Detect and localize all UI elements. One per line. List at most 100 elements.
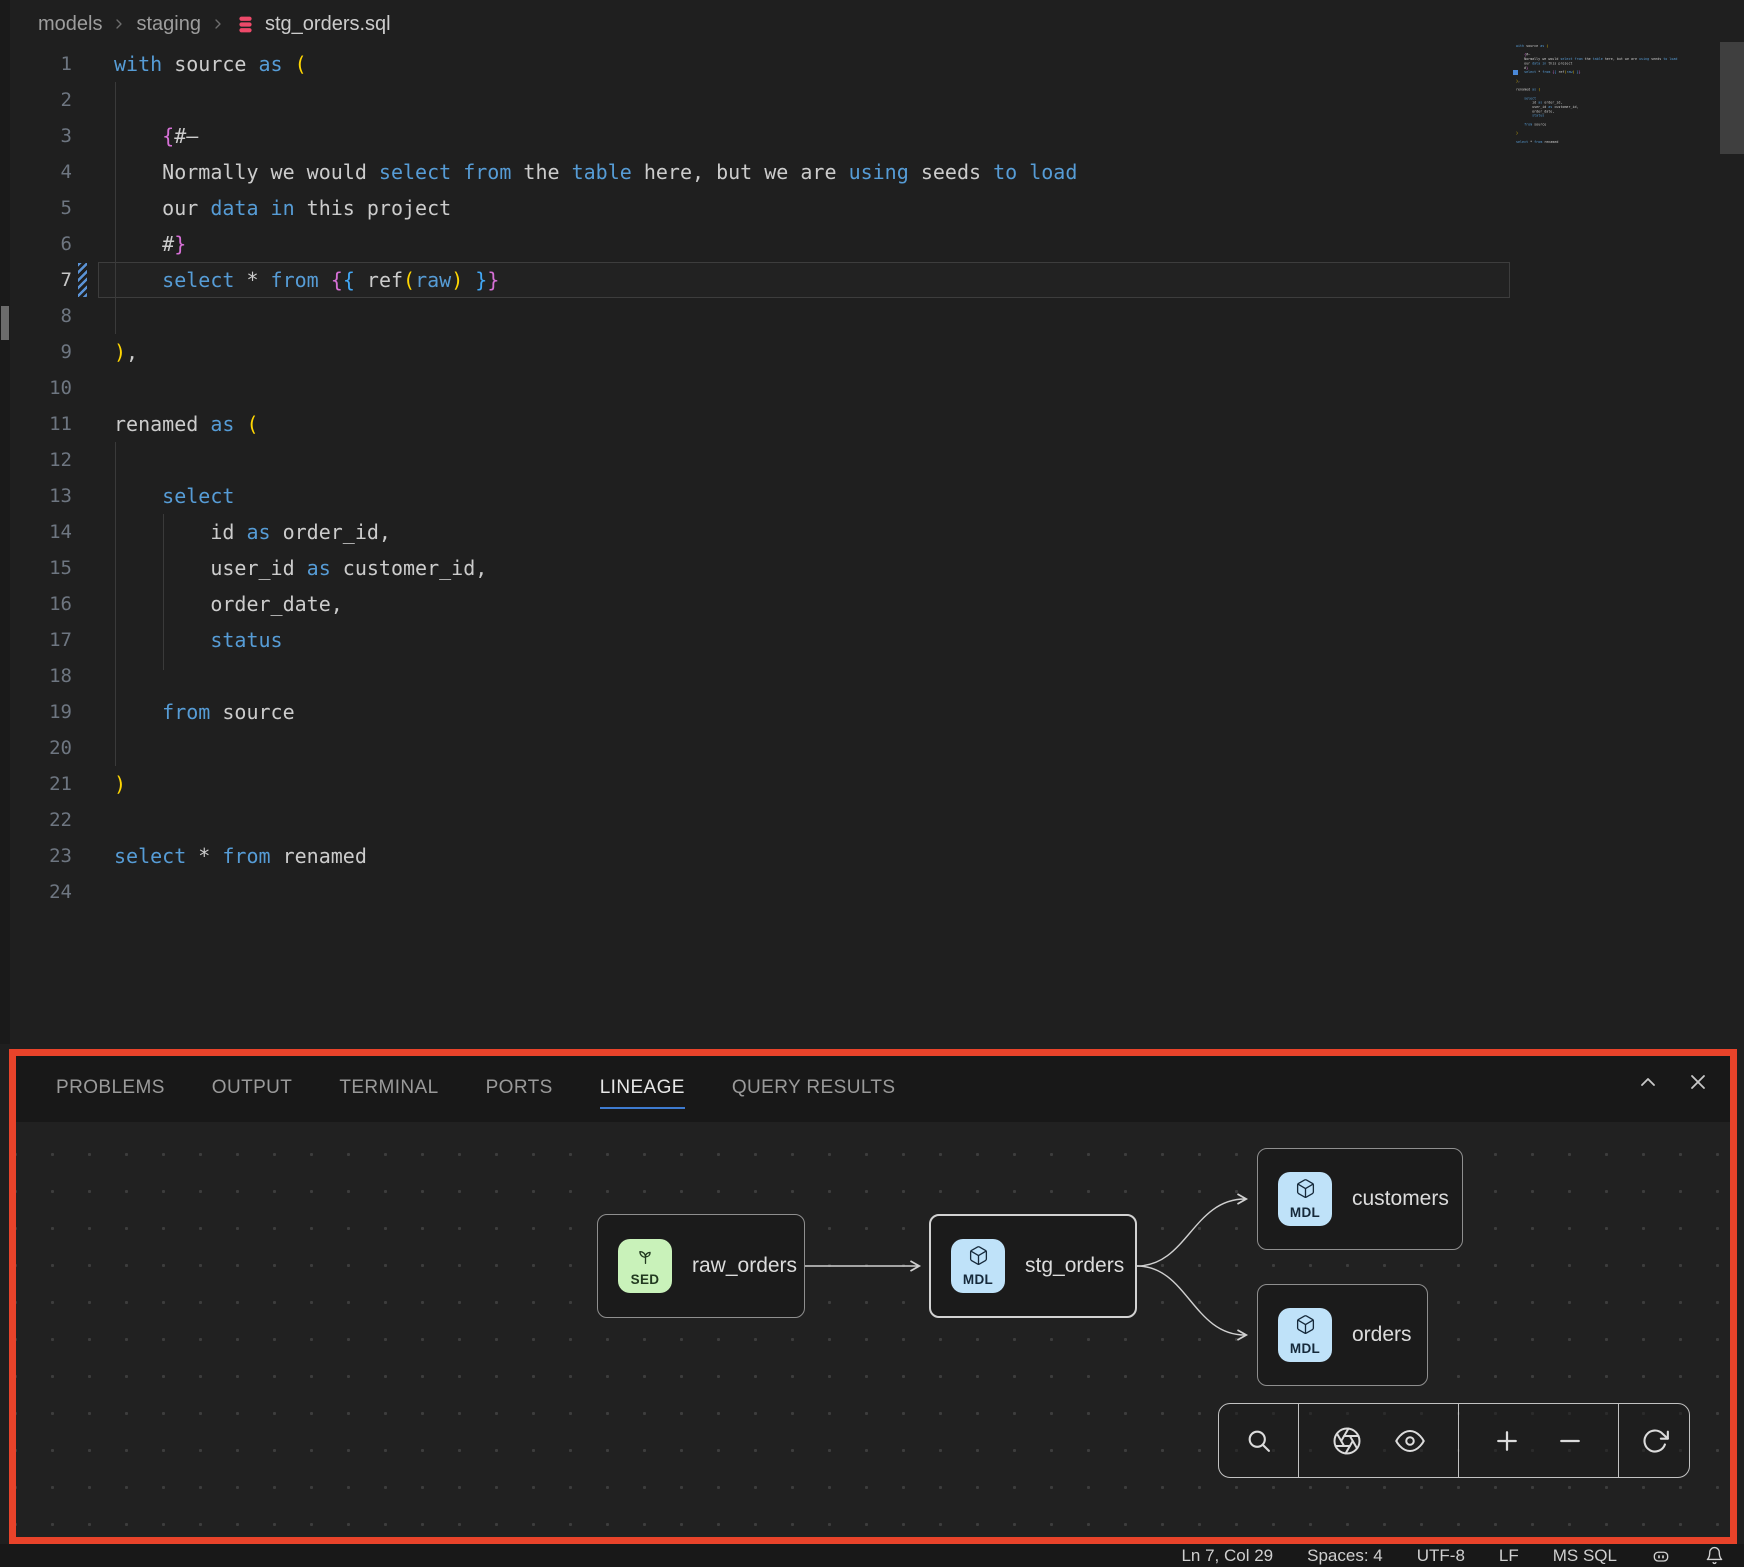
- code-line[interactable]: 10: [0, 370, 1744, 406]
- minimap[interactable]: with source as ( {#– Normally we would s…: [1514, 44, 1710, 364]
- chevron-right-icon: [111, 16, 127, 32]
- line-number[interactable]: 7: [0, 262, 72, 298]
- line-number[interactable]: 16: [0, 586, 72, 622]
- code-line[interactable]: 20: [0, 730, 1744, 766]
- code-line[interactable]: 2: [0, 82, 1744, 118]
- database-icon: [235, 14, 256, 35]
- code-line[interactable]: 12: [0, 442, 1744, 478]
- line-number[interactable]: 3: [0, 118, 72, 154]
- encoding[interactable]: UTF-8: [1417, 1546, 1465, 1566]
- code-line[interactable]: 3 {#–: [0, 118, 1744, 154]
- model-badge: MDL: [1278, 1172, 1332, 1226]
- tab-lineage[interactable]: LINEAGE: [600, 1077, 685, 1101]
- code-line[interactable]: 15 user_id as customer_id,: [0, 550, 1744, 586]
- line-number[interactable]: 5: [0, 190, 72, 226]
- code-line[interactable]: 5 our data in this project: [0, 190, 1744, 226]
- zoom-in-icon[interactable]: [1492, 1426, 1522, 1456]
- breadcrumb: models staging stg_orders.sql: [38, 8, 391, 40]
- refresh-icon[interactable]: [1641, 1427, 1669, 1455]
- code-line[interactable]: 24: [0, 874, 1744, 910]
- code-line[interactable]: 17 status: [0, 622, 1744, 658]
- close-icon[interactable]: [1686, 1070, 1710, 1099]
- aperture-icon[interactable]: [1332, 1426, 1362, 1456]
- code-line[interactable]: 16 order_date,: [0, 586, 1744, 622]
- breadcrumb-file-name[interactable]: stg_orders.sql: [265, 13, 391, 36]
- model-badge: MDL: [1278, 1308, 1332, 1362]
- code-line[interactable]: 8: [0, 298, 1744, 334]
- cube-icon: [1295, 1178, 1316, 1204]
- lineage-node-orders[interactable]: MDL orders: [1257, 1284, 1428, 1386]
- code-line[interactable]: 6 #}: [0, 226, 1744, 262]
- code-line[interactable]: 4 Normally we would select from the tabl…: [0, 154, 1744, 190]
- code-line[interactable]: 21): [0, 766, 1744, 802]
- line-number[interactable]: 24: [0, 874, 72, 910]
- panel-actions: [1636, 1070, 1710, 1099]
- line-number[interactable]: 12: [0, 442, 72, 478]
- line-number[interactable]: 15: [0, 550, 72, 586]
- line-number[interactable]: 6: [0, 226, 72, 262]
- code-line[interactable]: 18: [0, 658, 1744, 694]
- vscode-window: models staging stg_orders.sql 1with sour…: [0, 0, 1744, 1567]
- line-number[interactable]: 18: [0, 658, 72, 694]
- tab-output[interactable]: OUTPUT: [212, 1077, 293, 1101]
- code-line[interactable]: 22: [0, 802, 1744, 838]
- code-line[interactable]: 1with source as (: [0, 46, 1744, 82]
- line-number[interactable]: 23: [0, 838, 72, 874]
- line-number[interactable]: 19: [0, 694, 72, 730]
- line-number[interactable]: 21: [0, 766, 72, 802]
- code-line[interactable]: 13 select: [0, 478, 1744, 514]
- node-label: customers: [1352, 1187, 1449, 1211]
- seed-badge: SED: [618, 1239, 672, 1293]
- line-number[interactable]: 2: [0, 82, 72, 118]
- lineage-node-customers[interactable]: MDL customers: [1257, 1148, 1463, 1250]
- code-line[interactable]: 23select * from renamed: [0, 838, 1744, 874]
- minimap-line: [1516, 144, 1710, 148]
- lineage-node-stg_orders[interactable]: MDL stg_orders: [929, 1214, 1137, 1318]
- line-number[interactable]: 10: [0, 370, 72, 406]
- scrollbar-thumb[interactable]: [1720, 42, 1744, 154]
- chevron-right-icon: [210, 16, 226, 32]
- breadcrumb-item-staging[interactable]: staging: [136, 13, 201, 36]
- code-line[interactable]: 11renamed as (: [0, 406, 1744, 442]
- line-number[interactable]: 4: [0, 154, 72, 190]
- line-number[interactable]: 17: [0, 622, 72, 658]
- tab-ports[interactable]: PORTS: [486, 1077, 553, 1101]
- minimap-change-marker: [1513, 70, 1518, 75]
- line-number[interactable]: 9: [0, 334, 72, 370]
- line-number[interactable]: 22: [0, 802, 72, 838]
- chevron-up-icon[interactable]: [1636, 1070, 1660, 1099]
- cube-icon: [1295, 1314, 1316, 1340]
- tab-terminal[interactable]: TERMINAL: [339, 1077, 438, 1101]
- line-number[interactable]: 14: [0, 514, 72, 550]
- code-line[interactable]: 19 from source: [0, 694, 1744, 730]
- code-area[interactable]: 1with source as (2 3 {#–4 Normally we wo…: [0, 46, 1744, 910]
- indentation-setting[interactable]: Spaces: 4: [1307, 1546, 1383, 1566]
- line-number[interactable]: 13: [0, 478, 72, 514]
- line-number[interactable]: 8: [0, 298, 72, 334]
- code-line[interactable]: 7 select * from {{ ref(raw) }}: [0, 262, 1744, 298]
- breadcrumb-item-models[interactable]: models: [38, 13, 102, 36]
- line-number[interactable]: 20: [0, 730, 72, 766]
- panel-tab-bar: PROBLEMS OUTPUT TERMINAL PORTS LINEAGE Q…: [16, 1056, 1730, 1122]
- code-line[interactable]: 9),: [0, 334, 1744, 370]
- tab-problems[interactable]: PROBLEMS: [56, 1077, 165, 1101]
- status-bar: Ln 7, Col 29 Spaces: 4 UTF-8 LF MS SQL: [0, 1544, 1744, 1567]
- lineage-toolbar: [1218, 1403, 1690, 1478]
- node-label: stg_orders: [1025, 1254, 1124, 1278]
- language-mode[interactable]: MS SQL: [1553, 1546, 1617, 1566]
- copilot-icon[interactable]: [1651, 1546, 1671, 1566]
- eye-icon[interactable]: [1395, 1426, 1425, 1456]
- tab-query-results[interactable]: QUERY RESULTS: [732, 1077, 896, 1101]
- bell-icon[interactable]: [1705, 1546, 1724, 1565]
- zoom-out-icon[interactable]: [1555, 1426, 1585, 1456]
- lineage-node-raw_orders[interactable]: SED raw_orders: [597, 1214, 805, 1318]
- search-icon[interactable]: [1245, 1427, 1273, 1455]
- line-number[interactable]: 11: [0, 406, 72, 442]
- cube-icon: [968, 1245, 989, 1271]
- seedling-icon: [635, 1245, 656, 1271]
- eol-sequence[interactable]: LF: [1499, 1546, 1519, 1566]
- code-line[interactable]: 14 id as order_id,: [0, 514, 1744, 550]
- line-number[interactable]: 1: [0, 46, 72, 82]
- cursor-position[interactable]: Ln 7, Col 29: [1181, 1546, 1273, 1566]
- code-editor[interactable]: models staging stg_orders.sql 1with sour…: [0, 0, 1744, 1044]
